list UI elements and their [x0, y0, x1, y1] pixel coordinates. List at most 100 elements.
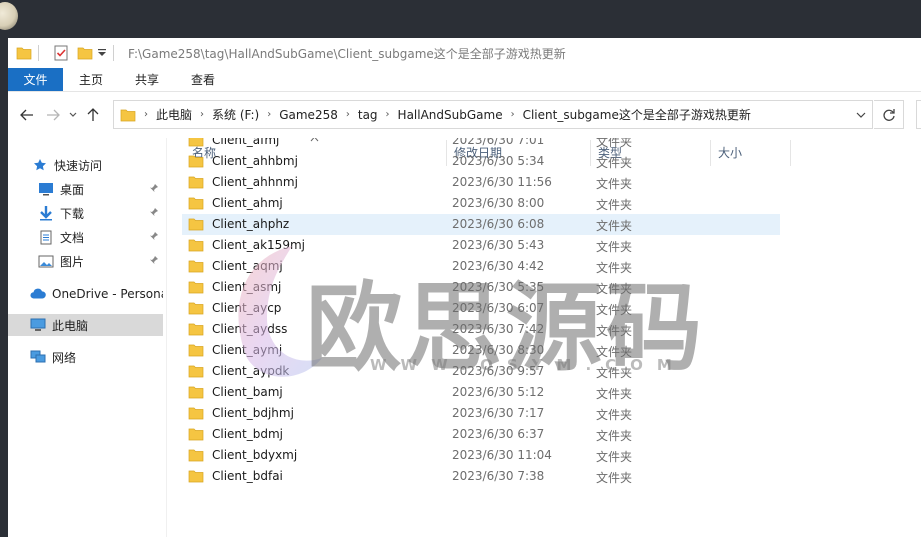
chevron-right-icon[interactable]: › [509, 109, 517, 120]
file-list: 名称 修改日期 类型 大小 Client_a3pk2023/6/30 5:49文… [176, 138, 921, 537]
customize-quick-access-icon[interactable] [97, 45, 107, 61]
file-row[interactable]: Client_bdjhmj 2023/6/30 7:17 文件夹 [182, 403, 780, 424]
nav-item-network[interactable]: 网络 [8, 346, 163, 368]
window-title: F:\Game258\tag\HallAndSubGame\Client_sub… [128, 46, 566, 61]
folder-icon [16, 45, 32, 61]
new-folder-icon[interactable] [77, 45, 93, 61]
back-button[interactable] [14, 102, 40, 128]
file-row[interactable]: Client_bdyxmj 2023/6/30 11:04 文件夹 [182, 445, 780, 466]
file-name: Client_aymj [212, 343, 283, 357]
star-icon [32, 157, 48, 173]
nav-item-label: 图片 [60, 254, 85, 269]
recent-locations-button[interactable] [66, 102, 80, 128]
file-row[interactable]: Client_bdfai 2023/6/30 7:38 文件夹 [182, 466, 780, 487]
chevron-right-icon[interactable]: › [198, 109, 206, 120]
network-icon [30, 349, 46, 365]
file-type: 文件夹 [596, 324, 633, 338]
address-bar[interactable]: › 此电脑 › 系统 (F:) › Game258 › tag › HallAn… [113, 100, 873, 129]
refresh-button[interactable] [874, 100, 904, 129]
nav-item-downloads[interactable]: 下载 [8, 202, 163, 224]
file-row[interactable]: Client_aqmj 2023/6/30 4:42 文件夹 [182, 256, 780, 277]
file-type: 文件夹 [596, 138, 633, 149]
search-input[interactable] [916, 100, 921, 129]
chevron-down-icon[interactable] [856, 108, 866, 121]
file-type: 文件夹 [596, 282, 633, 296]
tab-view[interactable]: 查看 [175, 68, 231, 91]
file-name: Client_aydss [212, 322, 288, 336]
pane-divider[interactable] [166, 138, 167, 537]
file-row[interactable]: Client_aydss 2023/6/30 7:42 文件夹 [182, 319, 780, 340]
breadcrumb-tag[interactable]: tag [352, 108, 384, 122]
nav-item-pictures[interactable]: 图片 [8, 250, 163, 272]
folder-icon [188, 322, 204, 336]
file-date: 2023/6/30 7:38 [452, 469, 545, 483]
desktop-icon [38, 181, 54, 197]
file-type: 文件夹 [596, 471, 633, 485]
properties-icon[interactable] [53, 45, 69, 61]
file-row[interactable]: Client_bdmj 2023/6/30 6:37 文件夹 [182, 424, 780, 445]
file-row[interactable]: Client_ahphz 2023/6/30 6:08 文件夹 [182, 214, 780, 235]
file-row[interactable]: Client_ak159mj 2023/6/30 5:43 文件夹 [182, 235, 780, 256]
file-date: 2023/6/30 7:42 [452, 322, 545, 336]
folder-icon [188, 238, 204, 252]
tab-home[interactable]: 主页 [63, 68, 119, 91]
folder-icon [188, 175, 204, 189]
file-row[interactable]: Client_aymj 2023/6/30 8:30 文件夹 [182, 340, 780, 361]
nav-item-onedrive[interactable]: OneDrive - Persona [8, 283, 163, 305]
file-date: 2023/6/30 6:07 [452, 301, 545, 315]
nav-item-label: 桌面 [60, 182, 85, 197]
nav-item-label: 此电脑 [52, 318, 89, 333]
file-type: 文件夹 [596, 387, 633, 401]
file-date: 2023/6/30 8:30 [452, 343, 545, 357]
chevron-right-icon[interactable]: › [384, 109, 392, 120]
file-row[interactable]: Client_aypdk 2023/6/30 9:57 文件夹 [182, 361, 780, 382]
up-button[interactable] [80, 102, 106, 128]
file-row[interactable]: Client_ahhnmj 2023/6/30 11:56 文件夹 [182, 172, 780, 193]
breadcrumb-drive[interactable]: 系统 (F:) [206, 106, 265, 123]
folder-icon [188, 427, 204, 441]
tab-file[interactable]: 文件 [8, 68, 63, 91]
file-row[interactable]: Client_ahmj 2023/6/30 8:00 文件夹 [182, 193, 780, 214]
pin-icon[interactable] [149, 207, 159, 220]
file-row[interactable]: Client_asmj 2023/6/30 5:35 文件夹 [182, 277, 780, 298]
breadcrumb-this-pc[interactable]: 此电脑 [150, 106, 198, 123]
file-date: 2023/6/30 5:43 [452, 238, 545, 252]
pin-icon[interactable] [149, 231, 159, 244]
pin-icon[interactable] [149, 183, 159, 196]
file-type: 文件夹 [596, 345, 633, 359]
file-row[interactable]: Client_bamj 2023/6/30 5:12 文件夹 [182, 382, 780, 403]
file-type: 文件夹 [596, 303, 633, 317]
file-name: Client_bdmj [212, 427, 283, 441]
file-row[interactable]: Client_ahhbmj 2023/6/30 5:34 文件夹 [182, 151, 780, 172]
divider [113, 45, 114, 61]
file-type: 文件夹 [596, 408, 633, 422]
nav-item-this-pc[interactable]: 此电脑 [8, 314, 163, 336]
forward-button[interactable] [40, 102, 66, 128]
nav-item-desktop[interactable]: 桌面 [8, 178, 163, 200]
nav-item-label: 下载 [60, 206, 85, 221]
file-name: Client_aqmj [212, 259, 283, 273]
chevron-right-icon[interactable]: › [265, 109, 273, 120]
file-type: 文件夹 [596, 177, 633, 191]
chevron-right-icon[interactable]: › [142, 109, 150, 120]
download-icon [38, 205, 54, 221]
file-row[interactable]: Client_aycp 2023/6/30 6:07 文件夹 [182, 298, 780, 319]
pin-icon[interactable] [149, 255, 159, 268]
file-row[interactable]: Client_afmj 2023/6/30 7:01 文件夹 [182, 138, 780, 151]
breadcrumb-game258[interactable]: Game258 [273, 108, 344, 122]
folder-icon [188, 364, 204, 378]
file-name: Client_ahhnmj [212, 175, 298, 189]
file-name: Client_bdyxmj [212, 448, 298, 462]
nav-item-documents[interactable]: 文档 [8, 226, 163, 248]
column-divider[interactable] [790, 140, 791, 166]
folder-icon [188, 154, 204, 168]
chevron-right-icon[interactable]: › [344, 109, 352, 120]
divider [38, 45, 39, 61]
folder-icon [120, 108, 136, 122]
folder-icon [188, 301, 204, 315]
breadcrumb-hallandsubgame[interactable]: HallAndSubGame [392, 108, 509, 122]
folder-icon [188, 259, 204, 273]
nav-item-quick-access[interactable]: 快速访问 [8, 154, 163, 176]
breadcrumb-client-subgame[interactable]: Client_subgame这个是全部子游戏热更新 [517, 106, 757, 123]
tab-share[interactable]: 共享 [119, 68, 175, 91]
